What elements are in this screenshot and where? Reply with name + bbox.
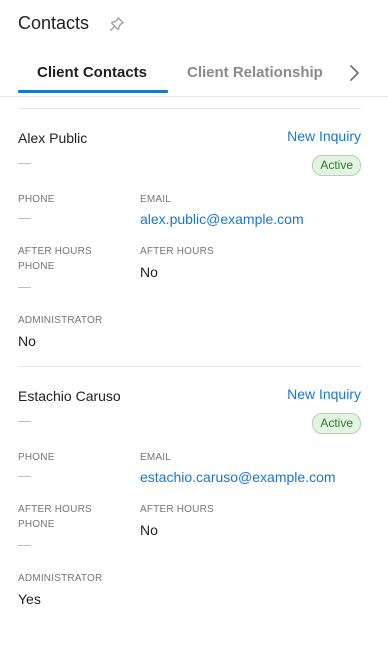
active-tab-indicator (18, 90, 168, 93)
after-hours-label: AFTER HOURS (140, 246, 214, 257)
administrator-label: ADMINISTRATOR (18, 315, 103, 326)
tab-client-relationship[interactable]: Client Relationship (187, 64, 323, 81)
after-hours-phone-label: AFTER HOURS PHONE (18, 245, 92, 274)
chevron-right-icon[interactable] (345, 61, 365, 85)
contact-name: Estachio Caruso (18, 388, 121, 404)
administrator-value: No (18, 333, 36, 349)
contact-subtitle: — (18, 413, 31, 428)
phone-label: PHONE (18, 194, 55, 205)
administrator-value: Yes (18, 591, 41, 607)
contact-divider (18, 366, 361, 367)
email-link[interactable]: estachio.caruso@example.com (140, 469, 336, 485)
phone-label: PHONE (18, 452, 55, 463)
pin-icon[interactable] (108, 15, 126, 33)
panel-header: Contacts (0, 0, 388, 50)
tab-bar: Client Contacts Client Relationship (0, 52, 388, 94)
after-hours-label: AFTER HOURS (140, 504, 214, 515)
tab-client-contacts[interactable]: Client Contacts (37, 64, 147, 81)
after-hours-phone-label-line2: PHONE (18, 261, 55, 272)
phone-value: — (18, 210, 31, 225)
contact-card: Estachio Caruso New Inquiry — Active PHO… (0, 368, 388, 608)
administrator-label: ADMINISTRATOR (18, 573, 103, 584)
after-hours-phone-label: AFTER HOURS PHONE (18, 503, 92, 532)
after-hours-phone-value: — (18, 279, 31, 294)
status-badge: Active (312, 413, 361, 434)
section-divider (18, 108, 361, 109)
after-hours-value: No (140, 522, 158, 538)
after-hours-phone-label-line1: AFTER HOURS (18, 246, 92, 257)
email-label: EMAIL (140, 452, 172, 463)
email-link[interactable]: alex.public@example.com (140, 211, 304, 227)
status-badge: Active (312, 155, 361, 176)
phone-value: — (18, 468, 31, 483)
page-title: Contacts (18, 13, 90, 33)
tab-divider (0, 96, 388, 97)
new-inquiry-link[interactable]: New Inquiry (287, 128, 361, 144)
email-label: EMAIL (140, 194, 172, 205)
after-hours-phone-value: — (18, 537, 31, 552)
new-inquiry-link[interactable]: New Inquiry (287, 386, 361, 402)
contact-subtitle: — (18, 155, 31, 170)
after-hours-phone-label-line1: AFTER HOURS (18, 504, 92, 515)
after-hours-value: No (140, 264, 158, 280)
contact-card: Alex Public New Inquiry — Active PHONE —… (0, 110, 388, 350)
after-hours-phone-label-line2: PHONE (18, 519, 55, 530)
contact-name: Alex Public (18, 130, 88, 146)
